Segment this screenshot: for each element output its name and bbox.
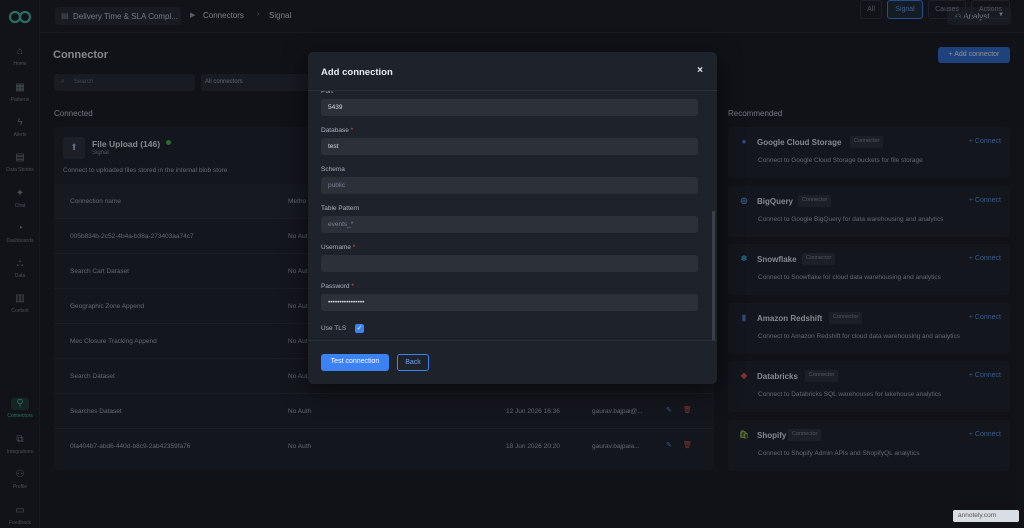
use-tls-checkbox[interactable]: ✓ [355,324,364,333]
use-tls-label: Use TLS [321,325,347,332]
back-button[interactable]: Back [397,354,429,371]
table-pattern-input[interactable]: events_* [321,216,698,233]
field-label-text: Port [321,91,333,95]
add-connection-modal: Add connection × Port 5439 Database * test S… [308,52,717,384]
username-input[interactable] [321,255,698,272]
modal-body: Port 5439 Database * test Schema public Table … [308,91,717,340]
required-marker: * [348,127,354,134]
close-icon[interactable]: × [697,65,703,76]
field-label-text: Password [321,283,350,290]
database-label: Database * [321,127,353,134]
watermark-text: annotely.com [958,512,997,519]
table-pattern-label: Table Pattern [321,205,359,212]
field-label-text: Username [321,244,351,251]
port-label: Port [321,91,333,95]
field-label-text: Table Pattern [321,205,360,212]
port-input[interactable]: 5439 [321,99,698,116]
username-label: Username * [321,244,355,251]
field-label-text: Schema [321,166,345,173]
modal-header: Add connection × [308,52,717,91]
schema-label: Schema [321,166,345,173]
modal-title: Add connection [321,67,393,78]
database-input[interactable]: test [321,138,698,155]
password-input[interactable]: •••••••••••••••• [321,294,698,311]
field-label-text: Database [321,127,349,134]
modal-scrollbar[interactable] [712,211,715,340]
modal-footer: Test connection Back [308,340,717,384]
test-connection-button[interactable]: Test connection [321,354,389,371]
required-marker: * [350,244,356,251]
watermark: annotely.com [953,510,1019,522]
schema-input[interactable]: public [321,177,698,194]
required-marker: * [349,283,354,290]
password-label: Password * [321,283,354,290]
